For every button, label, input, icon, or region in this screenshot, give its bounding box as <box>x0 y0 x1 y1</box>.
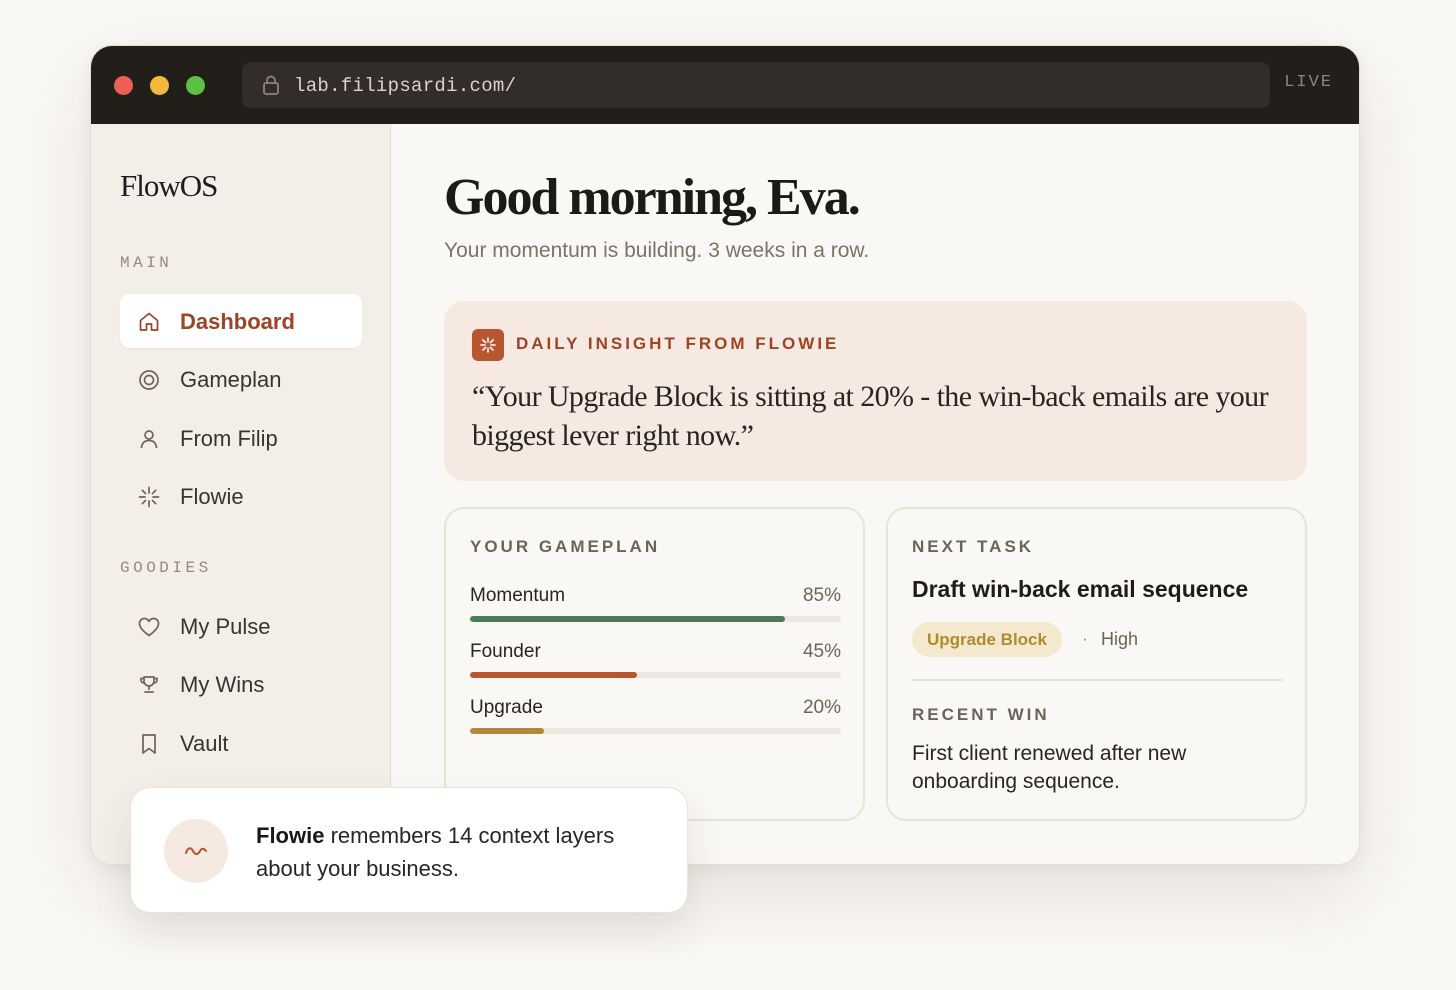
main-content: Good morning, Eva. Your momentum is buil… <box>392 124 1359 864</box>
page-title: Good morning, Eva. <box>444 169 861 226</box>
section-label-goodies: GOODIES <box>120 559 212 577</box>
gameplan-name: Founder <box>470 641 541 662</box>
heart-icon <box>138 617 160 637</box>
sidebar: FlowOS MAIN Dashboard Gameplan From Fili… <box>91 124 391 864</box>
sidebar-item-gameplan[interactable]: Gameplan <box>120 352 362 406</box>
sidebar-item-my-wins[interactable]: My Wins <box>120 657 362 711</box>
user-icon <box>140 430 158 449</box>
page-subtitle: Your momentum is building. 3 weeks in a … <box>444 239 870 262</box>
minimize-window-button[interactable] <box>150 76 169 95</box>
sidebar-item-label: My Pulse <box>180 614 271 639</box>
recent-win-text: First client renewed after new onboardin… <box>912 742 1187 793</box>
priority-separator: · <box>1082 629 1088 648</box>
sparkle-icon <box>472 329 504 361</box>
daily-insight-card: DAILY INSIGHT FROM FLOWIE “Your Upgrade … <box>444 301 1307 481</box>
task-badge: Upgrade Block <box>912 622 1062 657</box>
gameplan-row-upgrade: Upgrade 20% <box>470 697 841 747</box>
sparkle-icon <box>138 486 160 508</box>
sidebar-item-label: Gameplan <box>180 367 282 392</box>
browser-titlebar: lab.filipsardi.com/ LIVE <box>91 46 1359 124</box>
gameplan-name: Momentum <box>470 585 566 606</box>
lock-icon <box>263 75 279 95</box>
flowie-toast[interactable]: Flowie remembers 14 context layers about… <box>130 787 688 913</box>
gameplan-percent: 45% <box>802 641 841 662</box>
live-status: LIVE <box>1284 73 1333 92</box>
bookmark-icon <box>142 734 156 754</box>
gameplan-row-founder: Founder 45% <box>470 641 841 691</box>
home-icon <box>139 312 159 331</box>
next-task-label: NEXT TASK <box>912 537 1035 556</box>
sidebar-item-label: From Filip <box>180 426 278 451</box>
target-icon <box>139 370 159 390</box>
app-logo: FlowOS <box>120 168 218 203</box>
sidebar-item-my-pulse[interactable]: My Pulse <box>120 599 362 653</box>
sidebar-item-dashboard[interactable]: Dashboard <box>120 294 362 348</box>
gameplan-card[interactable]: YOUR GAMEPLAN Momentum 85% Founder 45% U… <box>444 507 865 821</box>
address-bar[interactable]: lab.filipsardi.com/ <box>242 62 1270 108</box>
toast-bold: Flowie <box>256 823 325 848</box>
insight-quote: “Your Upgrade Block is sitting at 20% - … <box>472 380 1269 452</box>
progress-track <box>470 672 841 678</box>
close-window-button[interactable] <box>114 76 133 95</box>
sidebar-item-vault[interactable]: Vault <box>120 716 362 770</box>
progress-fill <box>470 728 545 734</box>
sidebar-item-label: Vault <box>180 731 229 756</box>
gameplan-row-momentum: Momentum 85% <box>470 585 841 635</box>
sidebar-item-label: Flowie <box>180 484 244 509</box>
sidebar-item-flowie[interactable]: Flowie <box>120 469 362 523</box>
task-priority: High <box>1101 629 1139 649</box>
sidebar-item-label: My Wins <box>180 672 265 697</box>
card-divider <box>912 679 1283 681</box>
url-text: lab.filipsardi.com/ <box>294 75 517 97</box>
sidebar-item-label: Dashboard <box>180 309 295 334</box>
progress-fill <box>470 672 637 678</box>
browser-window: lab.filipsardi.com/ LIVE FlowOS MAIN Das… <box>90 45 1360 865</box>
trophy-icon <box>140 676 158 693</box>
gameplan-label: YOUR GAMEPLAN <box>470 537 661 556</box>
task-title[interactable]: Draft win-back email sequence <box>912 576 1248 603</box>
toast-message: Flowie remembers 14 context layers about… <box>256 819 666 885</box>
gameplan-percent: 85% <box>802 585 841 606</box>
recent-win-label: RECENT WIN <box>912 705 1050 724</box>
progress-track <box>470 728 841 734</box>
insight-label: DAILY INSIGHT FROM FLOWIE <box>516 334 840 353</box>
gameplan-name: Upgrade <box>470 697 543 718</box>
section-label-main: MAIN <box>120 254 173 272</box>
maximize-window-button[interactable] <box>186 76 205 95</box>
progress-track <box>470 616 841 622</box>
wave-icon <box>164 819 228 883</box>
next-task-card[interactable]: NEXT TASK Draft win-back email sequence … <box>886 507 1307 821</box>
gameplan-percent: 20% <box>802 697 841 718</box>
progress-fill <box>470 616 786 622</box>
sidebar-item-from-filip[interactable]: From Filip <box>120 411 362 465</box>
